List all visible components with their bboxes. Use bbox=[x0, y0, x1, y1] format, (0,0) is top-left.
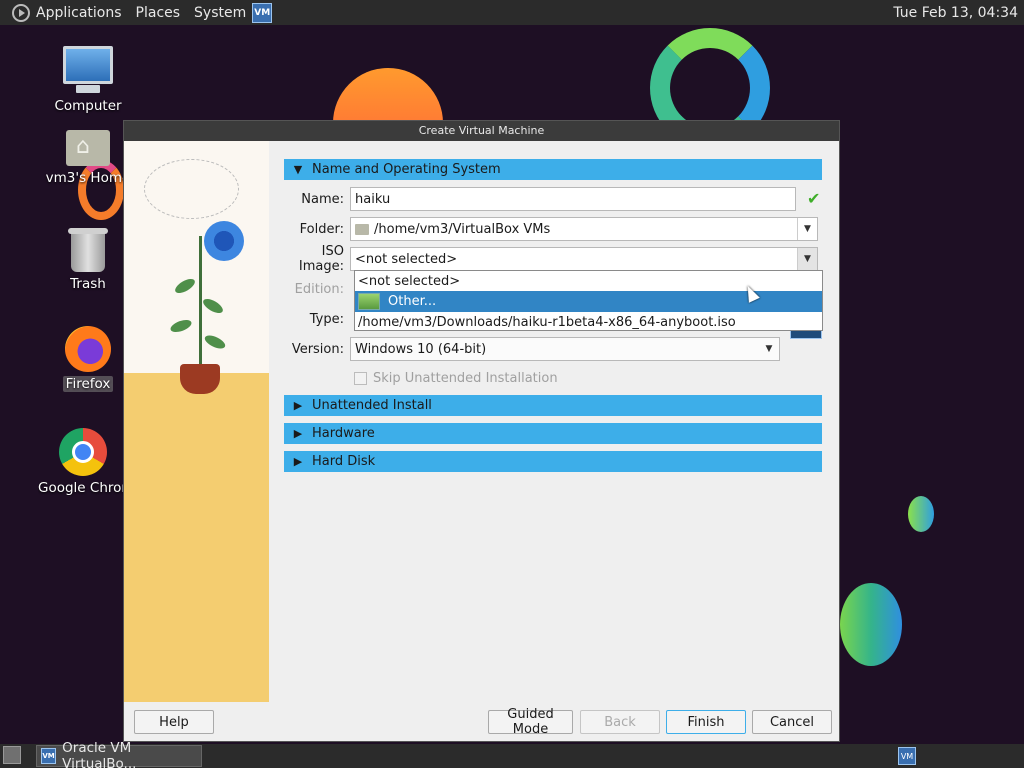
type-row: Type: bbox=[284, 307, 350, 331]
name-input[interactable]: haiku bbox=[350, 187, 796, 211]
edition-row: Edition: bbox=[284, 277, 350, 301]
help-button[interactable]: Help bbox=[134, 710, 214, 734]
chevron-down-icon[interactable]: ▼ bbox=[797, 248, 817, 270]
finish-button[interactable]: Finish bbox=[666, 710, 746, 734]
top-menubar: Applications Places System VM bbox=[0, 0, 278, 25]
clock[interactable]: Tue Feb 13, 04:34 bbox=[893, 0, 1018, 25]
section-title: Name and Operating System bbox=[312, 162, 501, 177]
type-label: Type: bbox=[309, 311, 344, 327]
name-label: Name: bbox=[301, 191, 344, 207]
trash-icon bbox=[68, 228, 108, 272]
bottom-panel: VM Oracle VM VirtualBo... VM bbox=[0, 740, 1024, 768]
dialog-title[interactable]: Create Virtual Machine bbox=[124, 121, 839, 141]
section-hard-disk[interactable]: ▶ Hard Disk bbox=[284, 451, 822, 472]
taskbar-window-item[interactable]: VM Oracle VM VirtualBo... bbox=[36, 740, 202, 768]
illustration-stem bbox=[199, 236, 202, 366]
top-panel: Applications Places System VM Tue Feb 13… bbox=[0, 0, 1024, 25]
folder-label: Folder: bbox=[299, 221, 344, 237]
computer-icon bbox=[63, 46, 113, 93]
virtualbox-icon: VM bbox=[41, 748, 57, 764]
illustration-leaf bbox=[200, 296, 226, 316]
folder-row: Folder: /home/vm3/VirtualBox VMs ▼ bbox=[284, 217, 818, 241]
cancel-button[interactable]: Cancel bbox=[752, 710, 832, 734]
iso-select[interactable]: <not selected> ▼ bbox=[350, 247, 818, 271]
illustration-flower bbox=[204, 221, 244, 261]
chevron-down-icon[interactable]: ▼ bbox=[759, 338, 779, 360]
menu-applications[interactable]: Applications bbox=[36, 5, 122, 21]
illustration-cloud bbox=[144, 159, 239, 219]
desktop-icon-chrome[interactable]: Google Chrome bbox=[38, 428, 128, 496]
iso-row: ISO Image: <not selected> ▼ bbox=[284, 244, 818, 274]
chrome-icon bbox=[59, 428, 107, 476]
virtualbox-launcher-icon[interactable]: VM bbox=[252, 2, 273, 23]
tray-virtualbox-icon[interactable]: VM bbox=[898, 747, 916, 765]
create-vm-dialog: Create Virtual Machine ▼ Name and Operat… bbox=[123, 120, 840, 742]
section-name-os[interactable]: ▼ Name and Operating System bbox=[284, 159, 822, 180]
home-folder-icon bbox=[66, 130, 110, 166]
section-title: Unattended Install bbox=[312, 398, 432, 413]
illustration-leaf bbox=[172, 276, 198, 296]
version-label: Version: bbox=[291, 341, 344, 357]
skip-unattended-checkbox[interactable] bbox=[354, 372, 367, 385]
chevron-down-icon: ▼ bbox=[293, 163, 303, 176]
chevron-down-icon[interactable]: ▼ bbox=[797, 218, 817, 240]
desktop-icon-label: Google Chrome bbox=[38, 480, 128, 496]
section-title: Hard Disk bbox=[312, 454, 376, 469]
iso-option-haiku[interactable]: /home/vm3/Downloads/haiku-r1beta4-x86_64… bbox=[355, 312, 822, 332]
guided-mode-button[interactable]: Guided Mode bbox=[488, 707, 573, 737]
chevron-right-icon: ▶ bbox=[293, 455, 303, 468]
chevron-right-icon: ▶ bbox=[293, 399, 303, 412]
illustration-leaf bbox=[168, 317, 194, 335]
version-value: Windows 10 (64-bit) bbox=[355, 341, 487, 357]
back-button[interactable]: Back bbox=[580, 710, 660, 734]
edition-label: Edition: bbox=[294, 281, 344, 297]
folder-select[interactable]: /home/vm3/VirtualBox VMs ▼ bbox=[350, 217, 818, 241]
illustration-ground bbox=[124, 373, 269, 702]
decor-egg-small-shape bbox=[908, 496, 934, 532]
image-file-icon bbox=[358, 293, 380, 310]
version-select[interactable]: Windows 10 (64-bit) ▼ bbox=[350, 337, 780, 361]
folder-icon bbox=[355, 223, 369, 235]
section-title: Hardware bbox=[312, 426, 375, 441]
menu-system[interactable]: System bbox=[194, 5, 246, 21]
illustration-pot bbox=[180, 364, 220, 394]
taskbar-window-label: Oracle VM VirtualBo... bbox=[62, 740, 137, 768]
name-row: Name: haiku bbox=[284, 187, 796, 211]
desktop-icon-label: Computer bbox=[54, 98, 122, 114]
checkmark-icon: ✔ bbox=[807, 189, 821, 208]
firefox-icon bbox=[65, 326, 111, 372]
section-unattended[interactable]: ▶ Unattended Install bbox=[284, 395, 822, 416]
desktop-icon-label: Firefox bbox=[62, 376, 114, 392]
skip-unattended-row: Skip Unattended Installation bbox=[354, 371, 558, 386]
iso-option-label: Other... bbox=[388, 294, 437, 309]
folder-value: /home/vm3/VirtualBox VMs bbox=[374, 221, 551, 237]
version-row: Version: Windows 10 (64-bit) ▼ bbox=[284, 337, 780, 361]
distro-logo-icon[interactable] bbox=[12, 3, 30, 22]
desktop-icon-computer[interactable]: Computer bbox=[38, 46, 138, 114]
decor-egg-large-shape bbox=[840, 583, 902, 666]
show-desktop-icon[interactable] bbox=[3, 746, 21, 764]
chevron-right-icon: ▶ bbox=[293, 427, 303, 440]
section-hardware[interactable]: ▶ Hardware bbox=[284, 423, 822, 444]
wizard-illustration bbox=[124, 141, 269, 702]
iso-label: ISO Image: bbox=[298, 244, 344, 274]
skip-unattended-label: Skip Unattended Installation bbox=[373, 371, 558, 386]
menu-places[interactable]: Places bbox=[136, 5, 181, 21]
illustration-leaf bbox=[202, 332, 228, 352]
iso-value: <not selected> bbox=[355, 251, 458, 267]
